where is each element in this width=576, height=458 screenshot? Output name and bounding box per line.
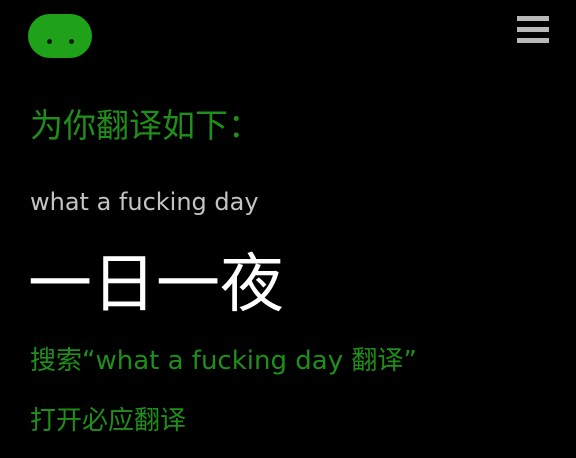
menu-bar-middle xyxy=(517,27,549,32)
translation-result: 一日一夜 xyxy=(28,248,284,322)
source-text: what a fucking day xyxy=(30,188,259,216)
app-logo-icon xyxy=(28,14,92,58)
logo-eye-right xyxy=(69,39,74,44)
menu-bar-top xyxy=(517,16,549,21)
logo-eye-left xyxy=(47,39,52,44)
translation-heading: 为你翻译如下： xyxy=(30,106,261,145)
open-bing-translator-link[interactable]: 打开必应翻译 xyxy=(30,404,186,438)
hamburger-menu-icon[interactable] xyxy=(517,16,549,44)
search-translation-link[interactable]: 搜索“what a fucking day 翻译” xyxy=(30,344,417,378)
menu-bar-bottom xyxy=(517,38,549,43)
